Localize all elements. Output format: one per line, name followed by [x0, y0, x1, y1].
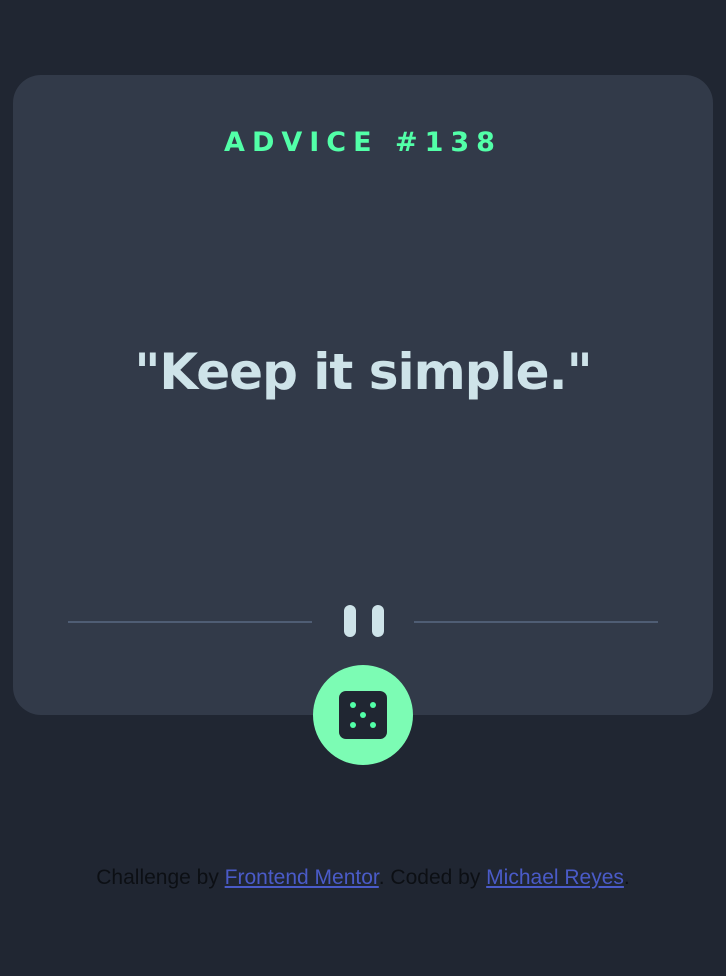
pause-icon-bar-left: [344, 605, 356, 637]
new-advice-button[interactable]: [313, 665, 413, 765]
footer-prefix-text: Challenge by: [96, 866, 225, 889]
divider-line-right: [414, 621, 658, 623]
advice-quote: "Keep it simple.": [134, 343, 592, 401]
dice-icon: [339, 691, 387, 739]
attribution-footer: Challenge by Frontend Mentor. Coded by M…: [0, 864, 726, 892]
frontend-mentor-link[interactable]: Frontend Mentor: [225, 866, 379, 889]
footer-middle-text: . Coded by: [378, 866, 487, 889]
author-link[interactable]: Michael Reyes: [486, 866, 624, 889]
divider-line-left: [68, 621, 312, 623]
pause-icon-bar-right: [372, 605, 384, 637]
advice-number-heading: ADVICE #138: [224, 127, 502, 158]
footer-suffix-text: .: [623, 866, 630, 889]
